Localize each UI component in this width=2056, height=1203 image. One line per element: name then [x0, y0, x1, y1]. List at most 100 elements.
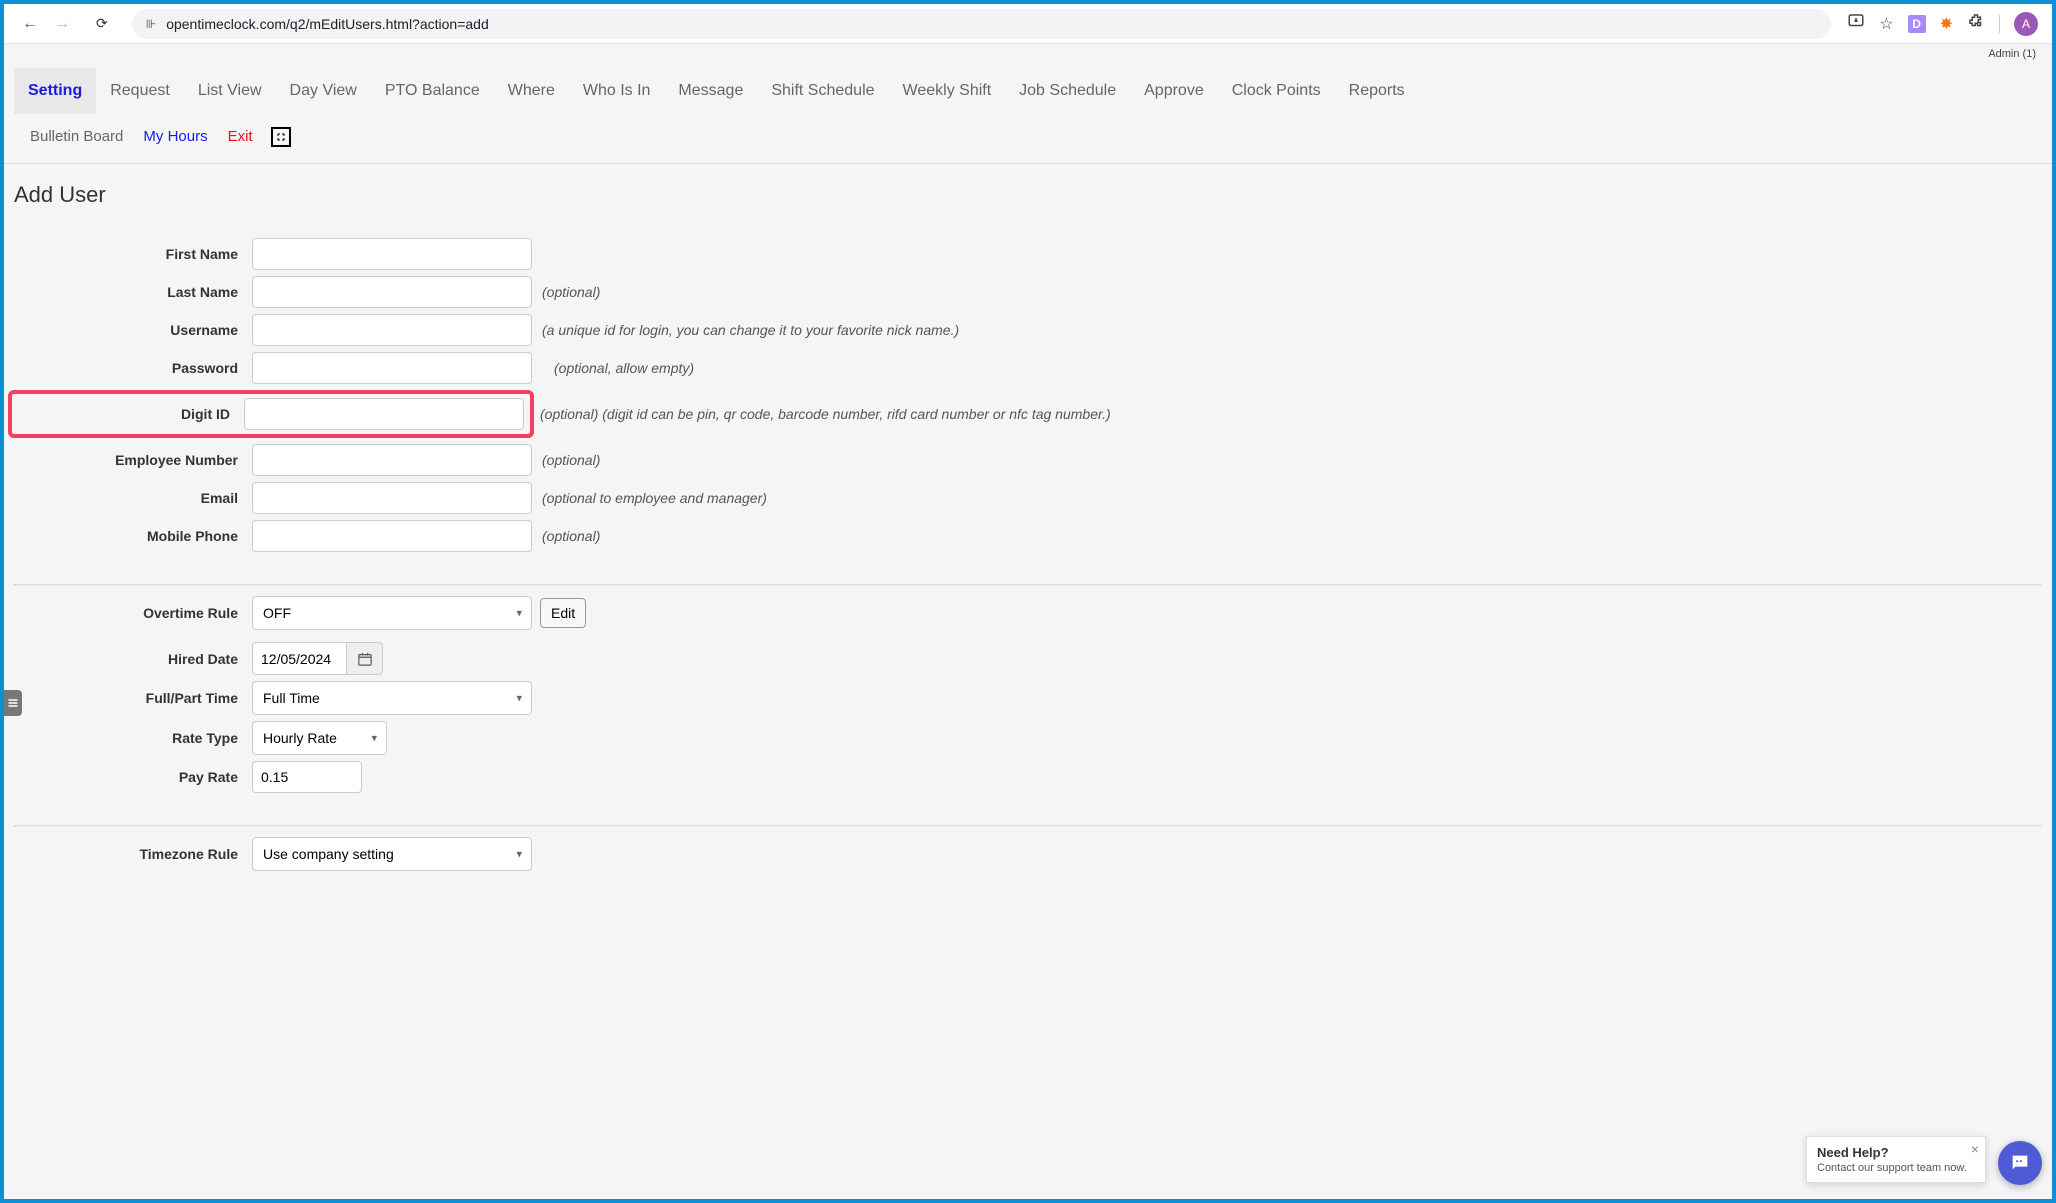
- browser-chrome: ← → ⟳ ⊪ opentimeclock.com/q2/mEditUsers.…: [4, 4, 2052, 44]
- url-text: opentimeclock.com/q2/mEditUsers.html?act…: [166, 16, 489, 32]
- form-section-timezone: Timezone Rule Use company setting: [14, 827, 2042, 871]
- label-employee-number: Employee Number: [14, 452, 252, 468]
- chat-bubble-button[interactable]: [1998, 1141, 2042, 1185]
- url-bar[interactable]: ⊪ opentimeclock.com/q2/mEditUsers.html?a…: [132, 9, 1832, 39]
- bookmark-star-icon[interactable]: ☆: [1879, 14, 1893, 34]
- help-widget: × Need Help? Contact our support team no…: [1806, 1136, 1986, 1183]
- input-username[interactable]: [252, 314, 532, 346]
- input-last-name[interactable]: [252, 276, 532, 308]
- field-rate-type: Rate Type Hourly Rate: [14, 721, 2042, 755]
- page: Admin (1) Setting Request List View Day …: [4, 44, 2052, 1199]
- chrome-toolbar-right: ☆ D ✸ A: [1847, 12, 2044, 36]
- back-button[interactable]: ←: [18, 11, 42, 37]
- field-digit-id: Digit ID (optional) (digit id can be pin…: [14, 390, 2042, 438]
- input-digit-id[interactable]: [244, 398, 524, 430]
- field-username: Username (a unique id for login, you can…: [14, 314, 2042, 346]
- extension-d-icon[interactable]: D: [1908, 15, 1926, 33]
- highlight-digit-id: Digit ID: [8, 390, 534, 438]
- field-mobile-phone: Mobile Phone (optional): [14, 520, 2042, 552]
- label-pay-rate: Pay Rate: [14, 769, 252, 785]
- label-full-part-time: Full/Part Time: [14, 690, 252, 706]
- nav-tab-message[interactable]: Message: [664, 68, 757, 114]
- admin-info[interactable]: Admin (1): [4, 44, 2052, 60]
- fullscreen-icon[interactable]: [271, 127, 291, 147]
- input-employee-number[interactable]: [252, 444, 532, 476]
- reload-button[interactable]: ⟳: [88, 11, 116, 36]
- nav-link-my-hours[interactable]: My Hours: [133, 118, 217, 155]
- hint-employee-number: (optional): [542, 452, 600, 468]
- nav-tab-shift-schedule[interactable]: Shift Schedule: [757, 68, 888, 114]
- side-tab-toggle[interactable]: [4, 690, 22, 716]
- hint-last-name: (optional): [542, 284, 600, 300]
- field-employee-number: Employee Number (optional): [14, 444, 2042, 476]
- label-hired-date: Hired Date: [14, 651, 252, 667]
- label-overtime-rule: Overtime Rule: [14, 605, 252, 621]
- field-pay-rate: Pay Rate: [14, 761, 2042, 793]
- nav-tab-clock-points[interactable]: Clock Points: [1218, 68, 1335, 114]
- label-digit-id: Digit ID: [12, 406, 244, 422]
- input-pay-rate[interactable]: [252, 761, 362, 793]
- nav-tab-list-view[interactable]: List View: [184, 68, 276, 114]
- input-email[interactable]: [252, 482, 532, 514]
- label-username: Username: [14, 322, 252, 338]
- field-overtime-rule: Overtime Rule OFF Edit: [14, 596, 2042, 630]
- nav-tab-where[interactable]: Where: [494, 68, 569, 114]
- nav-tab-weekly-shift[interactable]: Weekly Shift: [889, 68, 1006, 114]
- nav-arrows: ← →: [12, 11, 80, 37]
- field-first-name: First Name: [14, 238, 2042, 270]
- nav-tab-request[interactable]: Request: [96, 68, 184, 114]
- install-app-icon[interactable]: [1847, 12, 1865, 35]
- nav-tab-who-is-in[interactable]: Who Is In: [569, 68, 665, 114]
- label-password: Password: [14, 360, 252, 376]
- help-subtitle: Contact our support team now.: [1817, 1162, 1975, 1174]
- input-first-name[interactable]: [252, 238, 532, 270]
- nav-link-exit[interactable]: Exit: [218, 118, 263, 155]
- label-timezone-rule: Timezone Rule: [14, 846, 252, 862]
- field-full-part-time: Full/Part Time Full Time: [14, 681, 2042, 715]
- forward-button[interactable]: →: [50, 11, 74, 37]
- nav-secondary: Bulletin Board My Hours Exit: [14, 118, 2042, 155]
- form-section-personal: First Name Last Name (optional) Username…: [14, 228, 2042, 584]
- select-overtime-rule[interactable]: OFF: [252, 596, 532, 630]
- profile-avatar[interactable]: A: [2014, 12, 2038, 36]
- field-password: Password (optional, allow empty): [14, 352, 2042, 384]
- input-mobile-phone[interactable]: [252, 520, 532, 552]
- select-rate-type[interactable]: Hourly Rate: [252, 721, 387, 755]
- hint-username: (a unique id for login, you can change i…: [542, 322, 959, 338]
- label-email: Email: [14, 490, 252, 506]
- hint-digit-id: (optional) (digit id can be pin, qr code…: [540, 406, 1111, 422]
- help-title: Need Help?: [1817, 1145, 1975, 1160]
- nav-tab-job-schedule[interactable]: Job Schedule: [1005, 68, 1130, 114]
- site-info-icon[interactable]: ⊪: [146, 17, 156, 31]
- nav-tab-setting[interactable]: Setting: [14, 68, 96, 114]
- main-nav: Setting Request List View Day View PTO B…: [4, 60, 2052, 164]
- input-hired-date[interactable]: [252, 642, 347, 675]
- select-timezone-rule[interactable]: Use company setting: [252, 837, 532, 871]
- nav-tab-pto-balance[interactable]: PTO Balance: [371, 68, 494, 114]
- hint-mobile-phone: (optional): [542, 528, 600, 544]
- extension-sun-icon[interactable]: ✸: [1940, 14, 1953, 34]
- form-section-employment: Overtime Rule OFF Edit Hired Date: [14, 586, 2042, 825]
- hint-password: (optional, allow empty): [554, 360, 694, 376]
- field-hired-date: Hired Date: [14, 642, 2042, 675]
- nav-tab-reports[interactable]: Reports: [1335, 68, 1419, 114]
- select-full-part-time[interactable]: Full Time: [252, 681, 532, 715]
- nav-tab-day-view[interactable]: Day View: [276, 68, 371, 114]
- button-edit-overtime[interactable]: Edit: [540, 598, 586, 628]
- toolbar-divider: [1999, 15, 2000, 33]
- hint-email: (optional to employee and manager): [542, 490, 767, 506]
- field-email: Email (optional to employee and manager): [14, 482, 2042, 514]
- page-content: Add User First Name Last Name (optional)…: [4, 164, 2052, 895]
- label-first-name: First Name: [14, 246, 252, 262]
- label-mobile-phone: Mobile Phone: [14, 528, 252, 544]
- field-last-name: Last Name (optional): [14, 276, 2042, 308]
- input-password[interactable]: [252, 352, 532, 384]
- field-timezone-rule: Timezone Rule Use company setting: [14, 837, 2042, 871]
- help-close-icon[interactable]: ×: [1971, 1141, 1979, 1157]
- nav-link-bulletin-board[interactable]: Bulletin Board: [20, 118, 133, 155]
- page-title: Add User: [14, 182, 2042, 208]
- label-rate-type: Rate Type: [14, 730, 252, 746]
- nav-tab-approve[interactable]: Approve: [1130, 68, 1218, 114]
- calendar-icon[interactable]: [347, 642, 383, 675]
- extensions-puzzle-icon[interactable]: [1967, 12, 1985, 35]
